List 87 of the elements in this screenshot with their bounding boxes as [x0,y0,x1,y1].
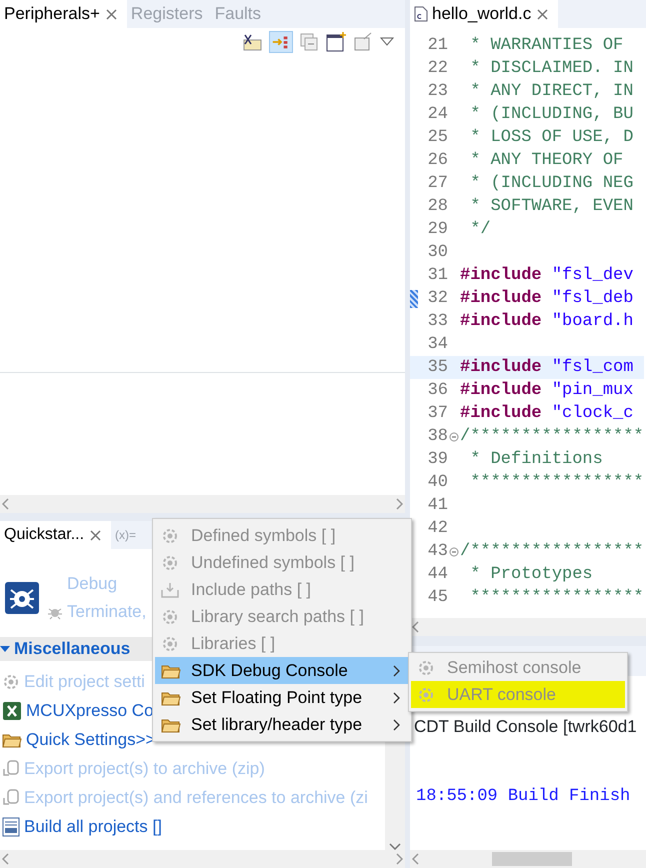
line-number: 27 [426,172,448,195]
line-number: 28 [426,196,448,218]
line-number: 33 [426,310,448,333]
code-line: #include "clock_c [460,402,634,425]
fold-icon[interactable] [449,432,459,442]
code-line: * LOSS OF USE, D [469,126,634,149]
gear-icon [161,608,179,626]
variable-icon[interactable] [241,32,263,52]
line-number: 32 [426,288,448,310]
line-number: 42 [426,518,448,540]
gear-icon [161,554,179,572]
action-link[interactable]: Terminate, [67,599,146,625]
console-output: 18:55:09 Build Finish [415,786,632,808]
tab[interactable]: Quickstar... [0,521,112,549]
menu-item[interactable]: SDK Debug Console [155,657,409,684]
code-line: * (INCLUDING, BU [469,104,634,126]
code-line: * Definitions [469,448,603,471]
scrollbar-thumb[interactable] [492,852,572,866]
line-number: 30 [426,242,448,264]
fold-icon[interactable] [449,546,459,556]
tab[interactable]: Peripherals+ [0,0,127,28]
line-number: 34 [426,334,448,356]
folder-icon [161,662,181,678]
line-number: 38 [426,426,448,448]
gear-icon [2,672,20,690]
tab[interactable]: Faults [210,0,270,28]
folder-icon [2,732,22,748]
code-line: * ANY DIRECT, IN [469,80,634,103]
line-number: 21 [426,34,448,57]
line-number: 44 [426,564,448,586]
tray-icon [161,582,179,598]
code-line: /***************** [460,426,644,448]
line-number: 23 [426,80,448,103]
line-number: 37 [426,402,448,425]
code-line: #include "pin_mux [460,380,634,402]
code-line: * WARRANTIES OF [469,34,624,57]
tab[interactable]: Registers [126,0,211,28]
code-line: #include "fsl_deb [460,288,634,310]
code-line: */ [469,218,491,241]
collapse-icon[interactable] [299,32,319,52]
line-number: 40 [426,472,448,494]
expand-icon[interactable] [0,645,10,653]
archive-icon [2,788,20,808]
new-window-icon[interactable] [325,31,347,53]
code-line: * DISCLAIMED. IN [469,58,634,80]
action-link[interactable]: Build all projects [] [24,814,162,840]
code-line: * SOFTWARE, EVEN [469,196,634,218]
code-line: ***************** [469,586,644,609]
tab[interactable]: hello_world.c [410,0,558,28]
window-pin-icon[interactable] [353,32,373,52]
gear-icon [161,634,179,652]
tab[interactable]: (x)= [111,521,140,549]
line-number: 43 [426,540,448,563]
code-line: #include "fsl_com [460,356,634,379]
code-line: /***************** [460,540,644,563]
line-number: 39 [426,448,448,471]
line-number: 45 [426,586,448,609]
line-number: 26 [426,150,448,172]
line-number: 25 [426,126,448,149]
gear-icon [417,686,435,704]
link-icon[interactable] [269,31,293,53]
action-link[interactable]: Debug [67,571,118,597]
folder-icon [161,716,181,732]
line-number: 22 [426,58,448,80]
bug-icon [5,582,39,614]
console-title: CDT Build Console [twrk60d1 [413,716,638,738]
gear-icon [161,526,179,544]
code-line: #include "board.h [460,310,634,333]
menu-item[interactable]: Set Floating Point type [155,684,409,711]
action-link[interactable]: Quick Settings>> [26,726,156,752]
view-menu-icon[interactable] [379,36,395,48]
line-number: 31 [426,264,448,287]
folder-icon [161,690,181,706]
code-line: #include "fsl_dev [460,264,634,287]
line-number: 36 [426,380,448,402]
gear-icon [417,658,435,676]
line-number: 29 [426,218,448,241]
menu-item[interactable]: Set library/header type [155,711,409,738]
archive-icon [2,758,20,778]
file-icon [414,6,428,22]
line-number: 35 [426,356,448,379]
line-number: 24 [426,104,448,126]
line-number: 41 [426,494,448,517]
code-line: * ANY THEORY OF [469,150,624,172]
code-line: ***************** [469,472,644,494]
code-line: * (INCLUDING NEG [469,172,634,195]
code-line: * Prototypes [469,564,593,586]
